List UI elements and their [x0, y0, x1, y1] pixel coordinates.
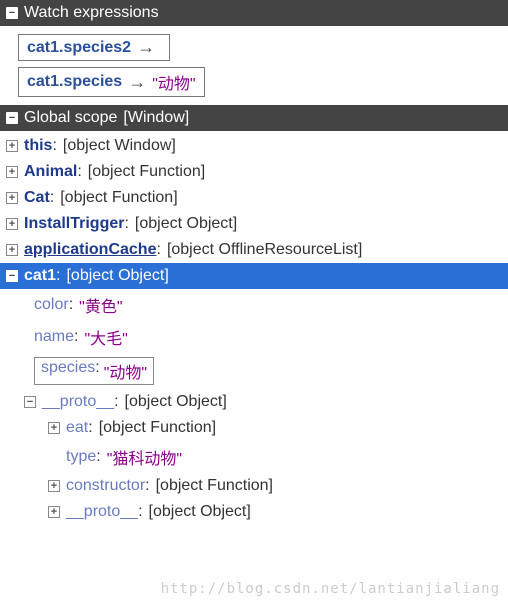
scope-body: + this: [object Window] + Animal: [objec…: [0, 131, 508, 527]
prop-value: [object Function]: [60, 189, 177, 207]
prop-value: [object Object]: [125, 393, 227, 411]
expand-icon[interactable]: +: [6, 140, 18, 152]
prop-value: [object Object]: [66, 267, 168, 285]
watch-item[interactable]: cat1.species2 →: [18, 34, 170, 61]
prop-value: "大毛": [84, 325, 127, 349]
prop-name: this: [24, 137, 52, 154]
prop-row-name[interactable]: name: "大毛": [0, 321, 508, 353]
prop-value: "猫科动物": [107, 445, 182, 469]
prop-name: InstallTrigger: [24, 215, 124, 232]
expand-icon[interactable]: +: [6, 218, 18, 230]
expand-icon[interactable]: +: [48, 480, 60, 492]
prop-name: __proto__: [66, 503, 138, 520]
expand-icon[interactable]: +: [6, 192, 18, 204]
prop-name: applicationCache: [24, 241, 156, 258]
collapse-icon[interactable]: −: [6, 112, 18, 124]
expand-icon[interactable]: +: [6, 244, 18, 256]
collapse-icon[interactable]: −: [24, 396, 36, 408]
prop-row-type[interactable]: type: "猫科动物": [0, 441, 508, 473]
prop-name: species: [41, 359, 95, 376]
prop-row-species[interactable]: species: "动物": [0, 353, 508, 389]
prop-name: color: [34, 296, 69, 313]
watermark: http://blog.csdn.net/lantianjialiang: [161, 581, 500, 597]
scope-section-header[interactable]: − Global scope [Window]: [0, 105, 508, 131]
prop-name: __proto__: [42, 393, 114, 410]
prop-name: Cat: [24, 189, 50, 206]
scope-section-title: Global scope: [24, 109, 117, 127]
prop-value: [object Object]: [135, 215, 237, 233]
prop-name: type: [66, 448, 96, 465]
prop-value: "动物": [104, 359, 147, 383]
prop-row-color[interactable]: color: "黄色": [0, 289, 508, 321]
prop-row-constructor[interactable]: + constructor: [object Function]: [0, 473, 508, 499]
prop-value: [object Function]: [88, 163, 205, 181]
prop-value: "黄色": [79, 293, 122, 317]
scope-row-this[interactable]: + this: [object Window]: [0, 133, 508, 159]
prop-name: constructor: [66, 477, 145, 494]
scope-context: [Window]: [123, 109, 189, 127]
prop-value: [object Function]: [156, 477, 273, 495]
expand-icon[interactable]: +: [6, 166, 18, 178]
arrow-icon: →: [128, 72, 146, 93]
collapse-icon[interactable]: −: [6, 270, 18, 282]
expand-icon[interactable]: +: [48, 422, 60, 434]
watch-item[interactable]: cat1.species → "动物": [18, 67, 205, 97]
watch-body: cat1.species2 → cat1.species → "动物": [0, 26, 508, 105]
prop-row-proto[interactable]: − __proto__: [object Object]: [0, 389, 508, 415]
expand-icon[interactable]: +: [48, 506, 60, 518]
prop-row-proto-inner[interactable]: + __proto__: [object Object]: [0, 499, 508, 525]
collapse-icon[interactable]: −: [6, 7, 18, 19]
scope-row-animal[interactable]: + Animal: [object Function]: [0, 159, 508, 185]
watch-value: "动物": [152, 70, 195, 94]
watch-section-title: Watch expressions: [24, 4, 159, 22]
prop-row-eat[interactable]: + eat: [object Function]: [0, 415, 508, 441]
scope-row-cat1[interactable]: − cat1: [object Object]: [0, 263, 508, 289]
prop-value: [object OfflineResourceList]: [167, 241, 362, 259]
prop-name: name: [34, 328, 74, 345]
prop-name: Animal: [24, 163, 77, 180]
arrow-icon: →: [137, 37, 155, 58]
watch-expression: cat1.species: [27, 73, 122, 91]
prop-value: [object Window]: [63, 137, 176, 155]
prop-name: eat: [66, 419, 88, 436]
prop-value: [object Object]: [149, 503, 251, 521]
scope-row-applicationcache[interactable]: + applicationCache: [object OfflineResou…: [0, 237, 508, 263]
watch-section-header[interactable]: − Watch expressions: [0, 0, 508, 26]
prop-name: cat1: [24, 267, 56, 284]
watch-expression: cat1.species2: [27, 39, 131, 57]
scope-row-installtrigger[interactable]: + InstallTrigger: [object Object]: [0, 211, 508, 237]
scope-row-cat[interactable]: + Cat: [object Function]: [0, 185, 508, 211]
prop-value: [object Function]: [99, 419, 216, 437]
